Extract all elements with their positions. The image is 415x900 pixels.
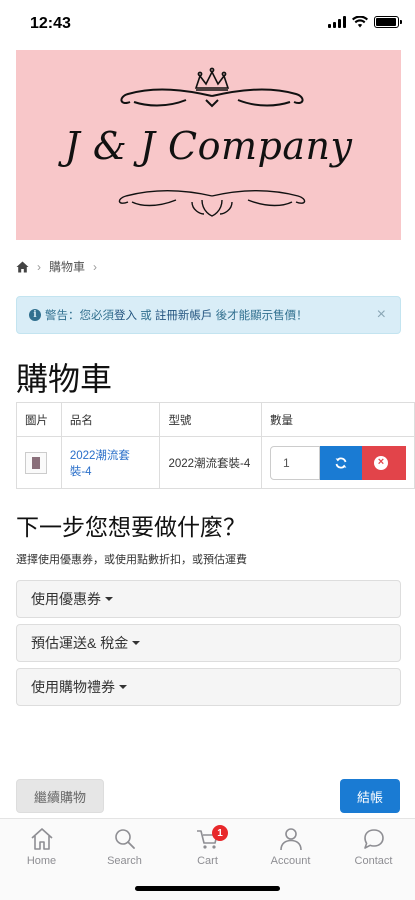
tab-cart[interactable]: 1 Cart — [166, 825, 249, 867]
tab-home[interactable]: Home — [0, 827, 83, 867]
breadcrumb: › 購物車 › — [16, 258, 97, 275]
alert-mid: 或 — [137, 310, 155, 322]
remove-item-button[interactable]: × — [362, 445, 406, 480]
home-indicator — [135, 886, 280, 891]
table-header-row: 圖片 品名 型號 數量 — [16, 402, 415, 437]
cart-table: 圖片 品名 型號 數量 2022潮流套裝-4 2022潮流套裝-4 1 × — [16, 402, 415, 489]
login-link[interactable]: 登入 — [114, 307, 137, 323]
page-title: 購物車 — [16, 361, 113, 397]
home-icon — [30, 828, 53, 850]
column-header-name: 品名 — [60, 402, 161, 437]
column-header-image: 圖片 — [16, 402, 62, 437]
company-banner: J & J Company — [16, 50, 401, 240]
person-icon — [279, 828, 302, 851]
register-link[interactable]: 註冊新帳戶 — [155, 307, 213, 323]
alert-suffix: 後才能顯示售價！ — [212, 310, 308, 322]
close-icon[interactable]: × — [377, 306, 386, 324]
remove-icon: × — [374, 455, 388, 470]
chat-icon — [363, 829, 384, 849]
tab-contact-label: Contact — [354, 855, 393, 867]
tab-search-label: Search — [107, 855, 142, 867]
column-header-quantity: 數量 — [261, 402, 415, 437]
info-icon: i — [29, 309, 41, 321]
cellular-signal-icon — [328, 16, 346, 28]
tab-contact[interactable]: Contact — [332, 827, 415, 867]
wifi-icon — [352, 16, 368, 28]
update-quantity-button[interactable] — [320, 445, 362, 480]
company-title: J & J Company — [64, 124, 353, 168]
table-row: 2022潮流套裝-4 2022潮流套裝-4 1 × — [16, 436, 415, 489]
gift-voucher-panel-toggle[interactable]: 使用購物禮券 — [16, 668, 401, 706]
status-icons — [328, 16, 402, 28]
caret-down-icon — [105, 597, 113, 601]
product-thumbnail[interactable] — [25, 451, 47, 474]
login-warning-alert: i 警告：您必須 登入 或 註冊新帳戶 後才能顯示售價！ × — [16, 296, 401, 334]
tab-cart-label: Cart — [197, 855, 218, 867]
quantity-group: 1 × — [270, 445, 406, 480]
cart-count-badge: 1 — [212, 825, 228, 841]
chevron-right-icon: › — [93, 259, 98, 274]
home-icon[interactable] — [16, 261, 29, 273]
breadcrumb-item-cart[interactable]: 購物車 — [49, 258, 85, 275]
tab-account[interactable]: Account — [249, 827, 332, 867]
alert-prefix: 警告：您必須 — [45, 310, 114, 322]
gift-voucher-panel-label: 使用購物禮券 — [31, 679, 115, 695]
tab-account-label: Account — [270, 855, 311, 867]
shipping-estimate-panel-label: 預估運送& 稅金 — [31, 635, 129, 651]
product-name-cell: 2022潮流套裝-4 — [60, 436, 161, 489]
status-time: 12:43 — [30, 15, 71, 32]
refresh-icon — [335, 457, 347, 468]
checkout-button[interactable]: 結帳 — [340, 779, 400, 813]
next-steps-heading: 下一步您想要做什麼？ — [16, 514, 246, 540]
product-name-link[interactable]: 2022潮流套裝-4 — [70, 450, 130, 478]
column-header-model: 型號 — [159, 402, 262, 437]
caret-down-icon — [132, 641, 141, 645]
continue-shopping-button[interactable]: 繼續購物 — [16, 779, 104, 813]
coupon-panel-label: 使用優惠券 — [31, 591, 101, 607]
shipping-estimate-panel-toggle[interactable]: 預估運送& 稅金 — [16, 624, 401, 662]
chevron-right-icon: › — [37, 259, 41, 274]
tab-home-label: Home — [26, 855, 57, 867]
search-icon — [114, 829, 135, 849]
product-quantity-cell: 1 × — [261, 436, 415, 489]
status-bar: 12:43 — [0, 0, 415, 48]
product-image-cell — [16, 436, 62, 489]
battery-icon — [374, 16, 402, 28]
product-model-cell: 2022潮流套裝-4 — [159, 436, 262, 489]
quantity-input[interactable]: 1 — [270, 445, 320, 480]
next-steps-subtitle: 選擇使用優惠券，或使用點數折扣，或預估運費 — [16, 554, 247, 566]
tab-search[interactable]: Search — [83, 827, 166, 867]
caret-down-icon — [119, 685, 127, 689]
coupon-panel-toggle[interactable]: 使用優惠券 — [16, 580, 401, 618]
